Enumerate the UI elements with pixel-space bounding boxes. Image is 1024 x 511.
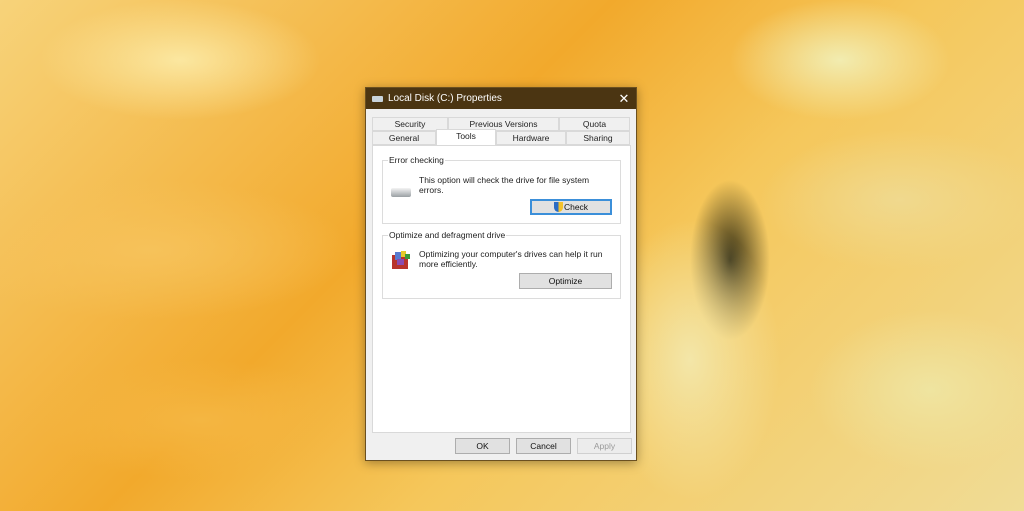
error-checking-text: This option will check the drive for fil… bbox=[419, 175, 590, 195]
tab-quota[interactable]: Quota bbox=[559, 117, 630, 131]
apply-button[interactable]: Apply bbox=[577, 438, 632, 454]
hard-drive-icon bbox=[391, 188, 411, 197]
optimize-button[interactable]: Optimize bbox=[519, 273, 612, 289]
window-title: Local Disk (C:) Properties bbox=[388, 93, 502, 104]
error-checking-heading: Error checking bbox=[388, 155, 445, 165]
defrag-icon bbox=[392, 251, 410, 269]
tab-hardware[interactable]: Hardware bbox=[496, 131, 566, 145]
tab-general[interactable]: General bbox=[372, 131, 436, 145]
check-label: Check bbox=[563, 202, 589, 212]
tab-strip: Security Previous Versions Quota General… bbox=[372, 117, 630, 145]
uac-shield-icon bbox=[553, 202, 563, 212]
tab-sharing[interactable]: Sharing bbox=[566, 131, 630, 145]
tools-panel: Error checking This option will check th… bbox=[372, 145, 631, 433]
tab-tools[interactable]: Tools bbox=[436, 129, 496, 145]
optimize-heading: Optimize and defragment drive bbox=[388, 230, 507, 240]
check-button[interactable]: Check bbox=[530, 199, 612, 215]
close-button[interactable]: ✕ bbox=[612, 91, 636, 107]
error-checking-group: Error checking This option will check th… bbox=[382, 155, 621, 224]
drive-icon bbox=[372, 95, 383, 102]
optimize-group: Optimize and defragment drive Optimizing… bbox=[382, 230, 621, 299]
title-bar[interactable]: Local Disk (C:) Properties ✕ bbox=[366, 88, 636, 109]
ok-button[interactable]: OK bbox=[455, 438, 510, 454]
optimize-text: Optimizing your computer's drives can he… bbox=[419, 249, 603, 269]
cancel-button[interactable]: Cancel bbox=[516, 438, 571, 454]
properties-dialog: Local Disk (C:) Properties ✕ Security Pr… bbox=[365, 87, 637, 461]
